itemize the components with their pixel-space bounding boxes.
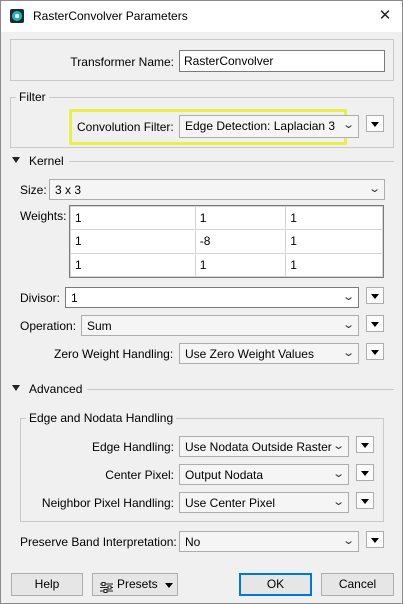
- fme-app-icon: [10, 9, 24, 23]
- table-row: 1 -8 1: [70, 229, 383, 254]
- operation-menu-button[interactable]: [366, 315, 384, 332]
- presets-label: Presets: [117, 577, 158, 591]
- divisor-select[interactable]: 1 ⌄: [65, 287, 359, 308]
- kernel-section-title: Kernel: [29, 154, 64, 168]
- weight-cell[interactable]: 1: [70, 229, 196, 254]
- filter-group-title: Filter: [16, 90, 49, 104]
- chevron-down-icon: ⌄: [341, 535, 355, 547]
- chevron-down-icon: ⌄: [331, 496, 345, 508]
- weight-cell[interactable]: 1: [70, 205, 196, 231]
- kernel-divider: [69, 161, 394, 162]
- neighbor-pixel-menu-button[interactable]: [356, 492, 374, 509]
- center-pixel-select[interactable]: Output Nodata ⌄: [179, 464, 349, 485]
- kernel-collapse-icon[interactable]: [12, 157, 20, 163]
- weight-cell[interactable]: 1: [285, 229, 383, 254]
- table-row: 1 1 1: [70, 252, 383, 278]
- preserve-band-label: Preserve Band Interpretation:: [20, 535, 177, 549]
- divisor-label: Divisor:: [20, 291, 61, 305]
- zero-weight-menu-button[interactable]: [366, 343, 384, 360]
- advanced-divider: [87, 389, 394, 390]
- preserve-band-value: No: [185, 535, 201, 549]
- size-select[interactable]: 3 x 3 ⌄: [49, 179, 385, 200]
- neighbor-pixel-label: Neighbor Pixel Handling:: [41, 496, 174, 510]
- convolution-filter-menu-button[interactable]: [366, 115, 384, 132]
- advanced-collapse-icon[interactable]: [12, 385, 20, 391]
- operation-label: Operation:: [20, 319, 77, 333]
- chevron-down-icon: ⌄: [341, 347, 355, 359]
- chevron-down-icon: ⌄: [341, 119, 355, 131]
- chevron-down-icon: ⌄: [331, 468, 345, 480]
- close-icon[interactable]: ✕: [372, 4, 398, 28]
- preserve-band-menu-button[interactable]: [366, 531, 384, 548]
- table-row: 1 1 1: [70, 205, 383, 231]
- center-pixel-label: Center Pixel:: [105, 468, 174, 482]
- edge-handling-label: Edge Handling:: [91, 440, 174, 454]
- chevron-down-icon: ⌄: [341, 291, 355, 303]
- neighbor-pixel-value: Use Center Pixel: [185, 496, 276, 510]
- sliders-icon: [100, 579, 113, 593]
- edge-handling-value: Use Nodata Outside Raster: [185, 440, 332, 454]
- cancel-button[interactable]: Cancel: [321, 573, 394, 596]
- chevron-down-icon: ⌄: [331, 440, 345, 452]
- title-bar[interactable]: RasterConvolver Parameters ✕: [1, 1, 402, 32]
- chevron-down-icon: ⌄: [341, 319, 355, 331]
- weight-cell[interactable]: 1: [70, 252, 196, 278]
- weights-table[interactable]: 1 1 1 1 -8 1 1 1 1: [69, 205, 384, 278]
- size-value: 3 x 3: [55, 183, 82, 197]
- edge-handling-menu-button[interactable]: [356, 436, 374, 453]
- weights-label: Weights:: [20, 209, 67, 223]
- edge-handling-select[interactable]: Use Nodata Outside Raster ⌄: [179, 436, 349, 457]
- ok-button[interactable]: OK: [239, 573, 312, 596]
- neighbor-pixel-select[interactable]: Use Center Pixel ⌄: [179, 492, 349, 513]
- dropdown-arrow-icon: [165, 583, 173, 588]
- weight-cell[interactable]: 1: [194, 252, 287, 278]
- operation-value: Sum: [87, 319, 112, 333]
- advanced-section-title: Advanced: [29, 382, 83, 396]
- center-pixel-menu-button[interactable]: [356, 464, 374, 481]
- operation-select[interactable]: Sum ⌄: [81, 315, 359, 336]
- preserve-band-select[interactable]: No ⌄: [179, 531, 359, 552]
- convolution-filter-label: Convolution Filter:: [77, 120, 174, 134]
- transformer-name-label: Transformer Name:: [70, 55, 174, 69]
- zero-weight-value: Use Zero Weight Values: [185, 347, 314, 361]
- convolution-filter-value: Edge Detection: Laplacian 3: [185, 119, 336, 133]
- center-pixel-value: Output Nodata: [185, 468, 264, 482]
- zero-weight-label: Zero Weight Handling:: [54, 347, 174, 361]
- presets-button[interactable]: Presets: [92, 573, 178, 596]
- weight-cell[interactable]: 1: [285, 205, 383, 231]
- transformer-name-input[interactable]: RasterConvolver: [179, 50, 385, 72]
- help-button[interactable]: Help: [11, 573, 83, 596]
- divisor-menu-button[interactable]: [366, 287, 384, 304]
- divisor-value: 1: [71, 291, 78, 305]
- edge-nodata-group-title: Edge and Nodata Handling: [26, 411, 177, 425]
- weight-cell[interactable]: 1: [285, 252, 383, 278]
- dialog-window: RasterConvolver Parameters ✕ Transformer…: [0, 0, 403, 604]
- chevron-down-icon: ⌄: [367, 183, 381, 195]
- zero-weight-select[interactable]: Use Zero Weight Values ⌄: [179, 343, 359, 364]
- weight-cell[interactable]: -8: [194, 229, 287, 254]
- size-label: Size:: [20, 183, 47, 197]
- weight-cell[interactable]: 1: [194, 205, 287, 231]
- convolution-filter-select[interactable]: Edge Detection: Laplacian 3 ⌄: [179, 115, 359, 138]
- window-title: RasterConvolver Parameters: [33, 9, 188, 23]
